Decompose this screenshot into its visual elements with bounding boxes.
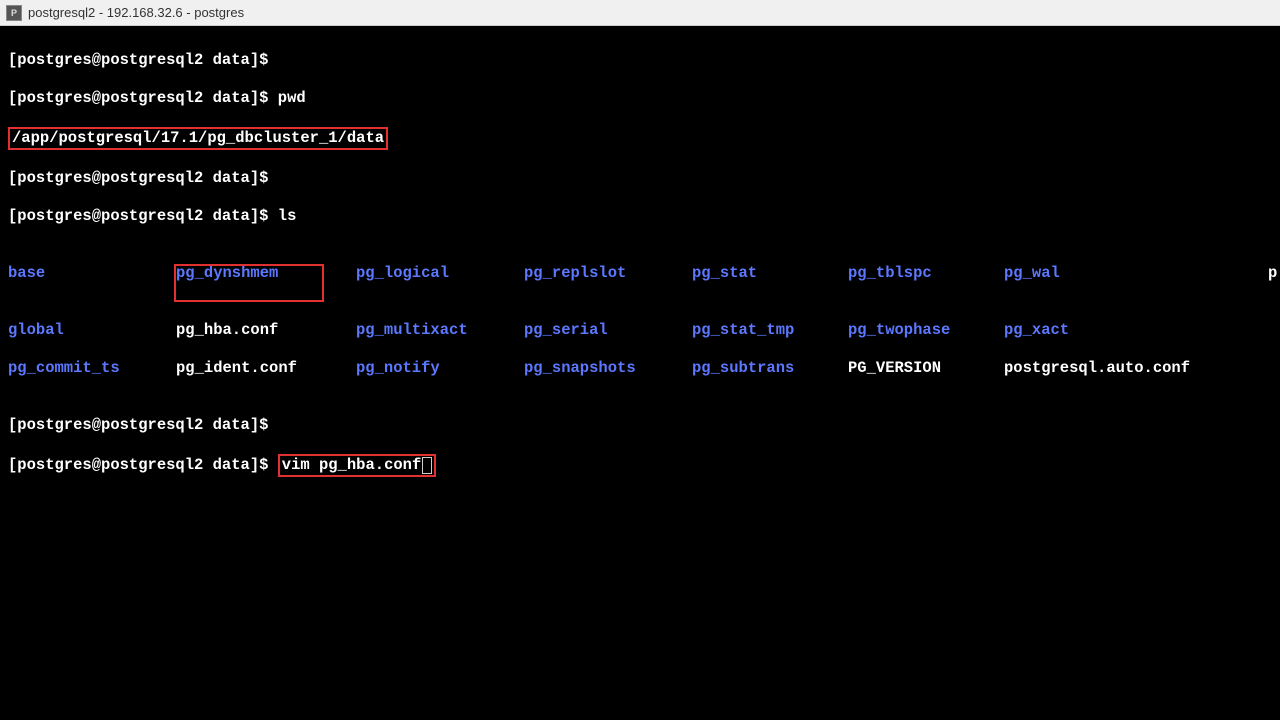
- pwd-output-line: /app/postgresql/17.1/pg_dbcluster_1/data: [8, 127, 1272, 150]
- ls-entry: pg_snapshots: [524, 359, 692, 378]
- terminal[interactable]: [postgres@postgresql2 data]$ [postgres@p…: [0, 26, 1280, 720]
- window-title-bar: P postgresql2 - 192.168.32.6 - postgres: [0, 0, 1280, 26]
- window-title: postgresql2 - 192.168.32.6 - postgres: [28, 5, 244, 20]
- prompt-line-empty: [postgres@postgresql2 data]$: [8, 51, 1272, 70]
- ls-entry: pg_stat_tmp: [692, 321, 848, 340]
- ls-entry: pg_notify: [356, 359, 524, 378]
- ls-entry: pg_tblspc: [848, 264, 1004, 283]
- ls-entry: pg_stat: [692, 264, 848, 283]
- prompt-line-empty-3: [postgres@postgresql2 data]$: [8, 416, 1272, 435]
- prompt-line-pwd: [postgres@postgresql2 data]$ pwd: [8, 89, 1272, 108]
- ls-entry: pg_wal: [1004, 264, 1268, 283]
- ls-entry: pg_logical: [356, 264, 524, 283]
- ls-entry: base: [8, 264, 176, 283]
- cursor-icon: [422, 457, 432, 474]
- ls-row-3: pg_commit_tspg_ident.confpg_notifypg_sna…: [8, 359, 1272, 378]
- ls-entry-partial: p: [1268, 264, 1277, 282]
- ls-entry: pg_subtrans: [692, 359, 848, 378]
- ls-entry-pg-hba: pg_hba.conf: [176, 321, 356, 340]
- cmd-pwd: pwd: [278, 89, 306, 107]
- ls-entry: pg_replslot: [524, 264, 692, 283]
- pwd-output: /app/postgresql/17.1/pg_dbcluster_1/data: [12, 129, 384, 147]
- ls-entry: global: [8, 321, 176, 340]
- pwd-output-highlight: /app/postgresql/17.1/pg_dbcluster_1/data: [8, 127, 388, 150]
- prompt-line-empty-2: [postgres@postgresql2 data]$: [8, 169, 1272, 188]
- ls-entry: pg_xact: [1004, 321, 1268, 340]
- ls-entry: pg_dynshmem: [176, 264, 356, 283]
- ls-entry: pg_multixact: [356, 321, 524, 340]
- app-icon: P: [6, 5, 22, 21]
- ls-entry: PG_VERSION: [848, 359, 1004, 378]
- cmd-vim: vim pg_hba.conf: [282, 456, 422, 474]
- prompt-line-vim: [postgres@postgresql2 data]$ vim pg_hba.…: [8, 454, 1272, 477]
- cmd-ls: ls: [278, 207, 297, 225]
- ls-entry: postgresql.auto.conf: [1004, 359, 1268, 378]
- vim-command-highlight: vim pg_hba.conf: [278, 454, 437, 477]
- ls-entry: pg_commit_ts: [8, 359, 176, 378]
- ls-entry: pg_twophase: [848, 321, 1004, 340]
- ls-entry: pg_serial: [524, 321, 692, 340]
- prompt-line-ls: [postgres@postgresql2 data]$ ls: [8, 207, 1272, 226]
- ls-row-1: basepg_dynshmempg_logicalpg_replslotpg_s…: [8, 264, 1272, 302]
- ls-row-2: globalpg_hba.confpg_multixactpg_serialpg…: [8, 321, 1272, 340]
- ls-entry: pg_ident.conf: [176, 359, 356, 378]
